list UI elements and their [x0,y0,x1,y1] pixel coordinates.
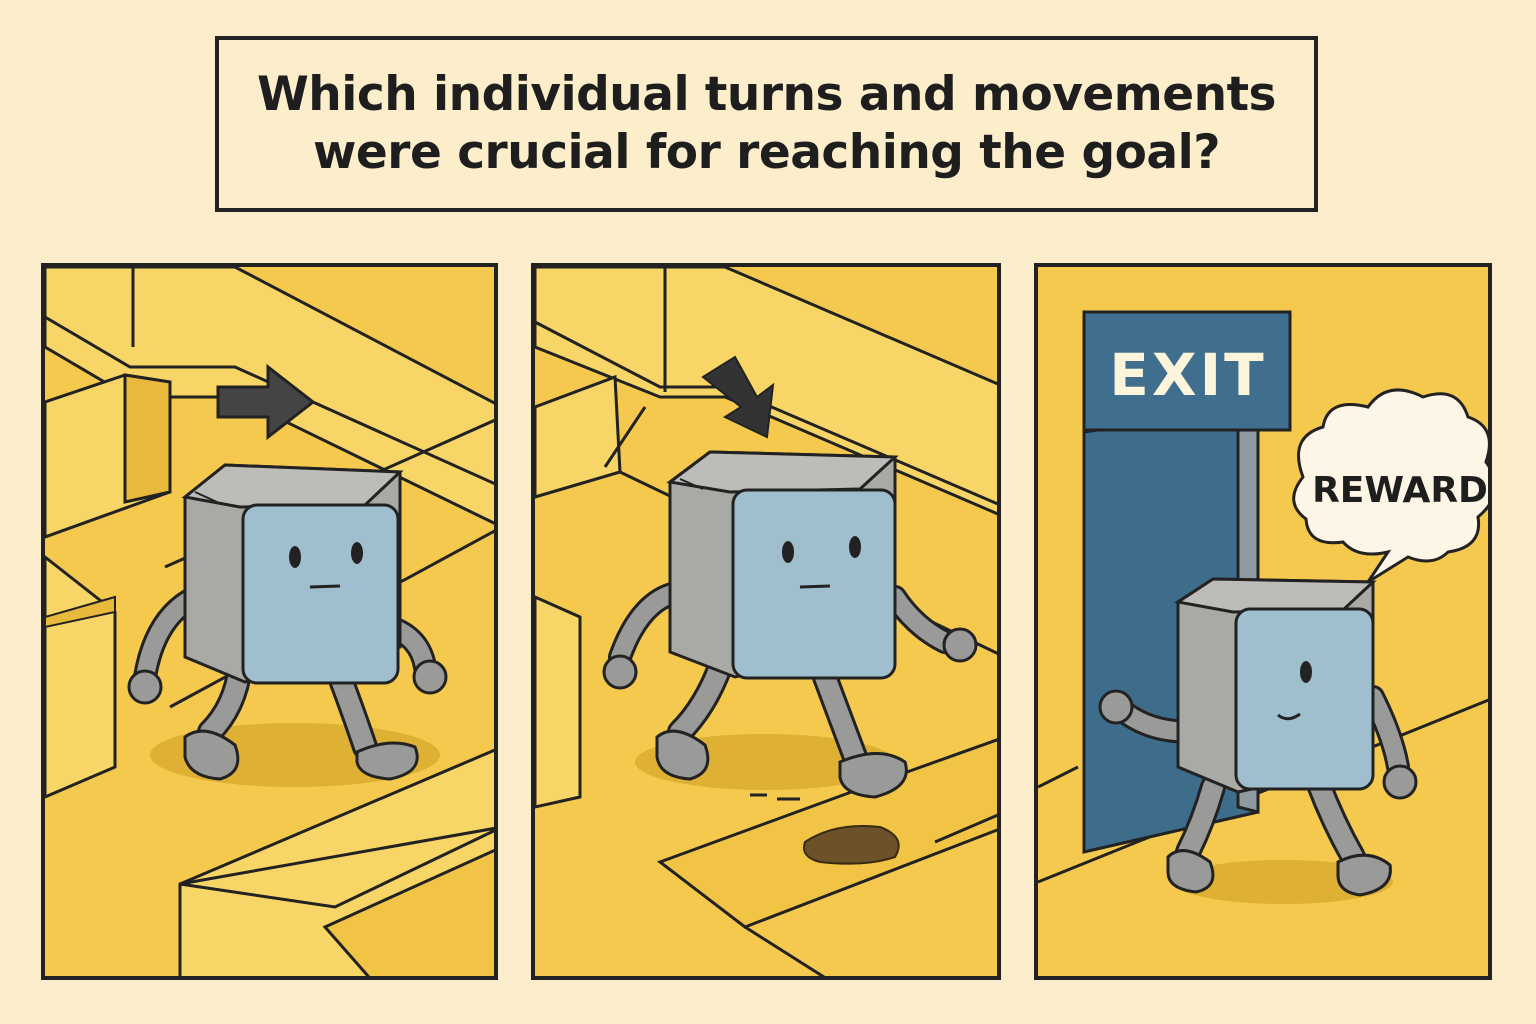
maze-scene-3: EXIT REWARD [1038,267,1488,976]
question-caption: Which individual turns and movements wer… [256,66,1277,182]
comic-panel-2 [531,263,1001,980]
comic-panel-1 [41,263,498,980]
robot-face [1234,607,1375,791]
question-caption-box: Which individual turns and movements wer… [215,36,1318,212]
exit-sign: EXIT [1082,310,1292,432]
reward-label: REWARD [1312,470,1488,511]
robot-face [731,488,897,680]
exit-sign-label: EXIT [1109,341,1266,409]
maze-scene-2 [535,267,997,976]
robot-face [241,503,400,685]
question-line-2: were crucial for reaching the goal? [312,125,1221,180]
maze-scene-1 [45,267,494,976]
question-line-1: Which individual turns and movements [256,67,1277,122]
comic-panel-3: EXIT REWARD [1034,263,1492,980]
